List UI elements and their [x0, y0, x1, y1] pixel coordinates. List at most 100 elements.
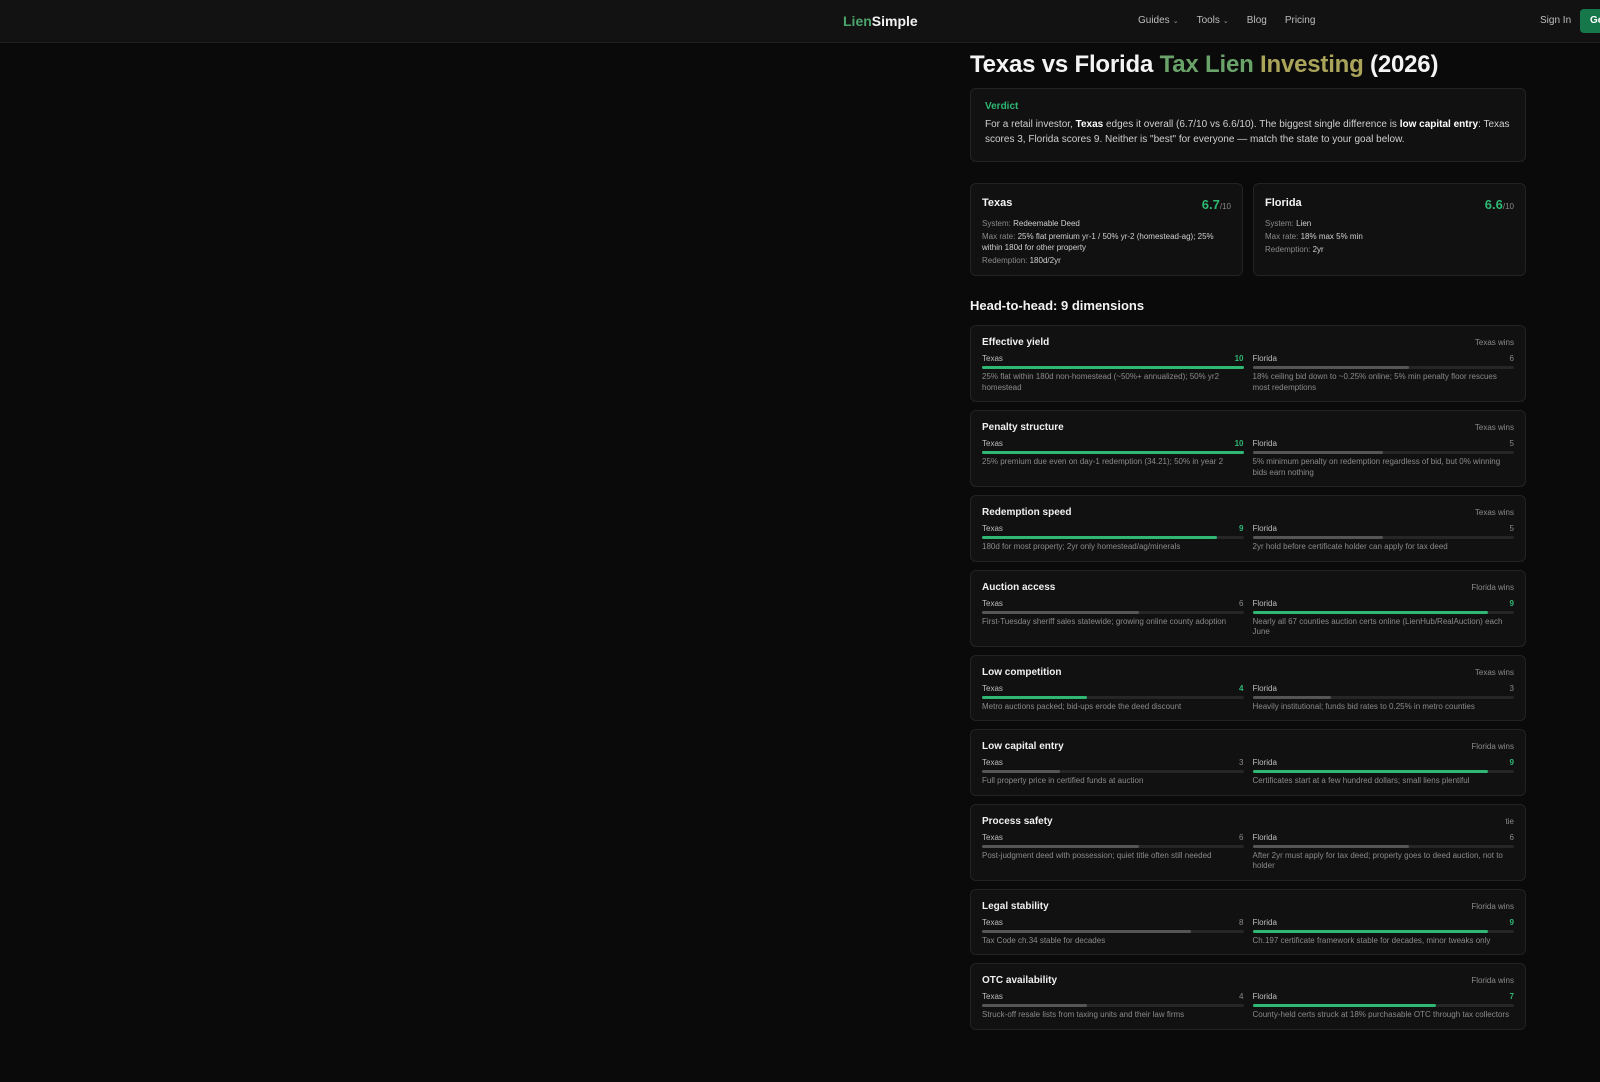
state-label: Florida: [1252, 758, 1277, 767]
score-bar-fill: [1252, 366, 1410, 369]
score-note: 5% minimum penalty on redemption regardl…: [1252, 457, 1501, 477]
dimension-florida-column: Florida 9 Certificates start at a few hund…: [1252, 758, 1514, 787]
score-value: 9: [1509, 758, 1514, 767]
state-redemption: Redemption: 180d/2yr: [982, 255, 1231, 266]
score-bar-fill: [1252, 929, 1488, 933]
dimension-card: Legal stability Florida wins Texas 8 Tax Cod…: [970, 888, 1526, 955]
dimension-texas-column: Texas 9 180d for most property; 2yr only h…: [982, 524, 1244, 553]
score-note: Heavily institutional; funds bid rates t…: [1252, 701, 1475, 711]
state-label: Texas: [982, 354, 1003, 363]
verdict-text: For a retail investor, Texas edges it ov…: [985, 117, 1511, 147]
dimension-winner: Florida wins: [1471, 901, 1514, 911]
dimension-card: Penalty structure Texas wins Texas 10 25% pr…: [970, 410, 1526, 487]
score-value: 9: [1509, 598, 1514, 608]
row-value: Redeemable Deed: [1013, 219, 1080, 228]
row-value: 180d/2yr: [1029, 256, 1061, 265]
dimension-texas-column: Texas 6 Post-judgment deed with possession…: [982, 833, 1244, 872]
state-system: System: Redeemable Deed: [982, 218, 1231, 229]
dimension-card: OTC availability Florida wins Texas 4 Struck…: [970, 963, 1526, 1030]
score-header: Texas 10: [982, 354, 1244, 363]
score-bar-track: [982, 929, 1244, 933]
score-bar-fill: [982, 451, 1244, 454]
state-max-rate: Max rate: 25% flat premium yr-1 / 50% yr…: [982, 231, 1231, 253]
verdict-text-part: For a retail investor,: [985, 119, 1076, 130]
dimension-winner: Florida wins: [1471, 976, 1514, 985]
dimension-texas-column: Texas 8 Tax Code ch.34 stable for decades: [982, 918, 1244, 947]
verdict-bold-texas: Texas: [1075, 119, 1104, 130]
score-bar-track: [982, 536, 1244, 539]
state-label: Florida: [1252, 439, 1277, 448]
dimension-florida-column: Florida 3 Heavily institutional; funds bid…: [1252, 684, 1514, 713]
dimension-columns: Texas 3 Full property price in certified f…: [982, 758, 1514, 787]
dimension-columns: Texas 10 25% premium due even on day-1 red…: [982, 439, 1514, 478]
dimension-winner: Texas wins: [1474, 423, 1514, 432]
dimension-columns: Texas 9 180d for most property; 2yr only h…: [982, 524, 1514, 553]
score-value: 6: [1509, 832, 1514, 842]
row-label: Redemption:: [1265, 245, 1313, 254]
nav-pricing[interactable]: Pricing: [1285, 15, 1316, 26]
row-label: Redemption:: [982, 256, 1030, 265]
state-label: Texas: [982, 683, 1003, 693]
dimension-name: Penalty structure: [982, 422, 1064, 433]
site-logo[interactable]: LienSimple: [843, 13, 918, 29]
dimension-name: Low capital entry: [982, 741, 1064, 752]
score-header: Florida 9: [1253, 918, 1515, 927]
state-label: Texas: [982, 524, 1003, 533]
score-note: Struck-off resale lists from taxing unit…: [982, 1010, 1185, 1019]
nav-tools[interactable]: Tools ⌄: [1197, 15, 1229, 26]
score-bar-fill: [1252, 695, 1331, 699]
state-label: Florida: [1252, 832, 1277, 842]
dimension-columns: Texas 4 Metro auctions packed; bid-ups ero…: [982, 684, 1514, 713]
get-started-button[interactable]: Ge: [1580, 9, 1600, 33]
dimension-texas-column: Texas 3 Full property price in certified f…: [982, 758, 1244, 787]
nav-blog[interactable]: Blog: [1247, 15, 1267, 26]
score-bar-track: [1252, 929, 1514, 933]
score-bar-fill: [982, 770, 1061, 773]
logo-part-lien: Lien: [843, 13, 872, 29]
score-note: 18% ceiling bid down to ~0.25% online; 5…: [1252, 372, 1497, 392]
score-bar-fill: [982, 695, 1087, 699]
dimension-card: Low capital entry Florida wins Texas 3 Full …: [970, 729, 1526, 796]
score-bar-track: [982, 451, 1244, 454]
chevron-down-icon: ⌄: [1172, 17, 1179, 25]
state-label: Texas: [982, 832, 1003, 842]
state-score-max: /10: [1219, 202, 1231, 211]
dimension-card: Effective yield Texas wins Texas 10 25% flat…: [970, 325, 1526, 402]
sign-in-link[interactable]: Sign In: [1540, 15, 1571, 26]
score-header: Texas 10: [982, 439, 1244, 448]
state-summary-cards: Texas 6.7/10 System: Redeemable Deed Max…: [970, 183, 1526, 276]
dimension-name: Legal stability: [982, 900, 1049, 912]
dimension-florida-column: Florida 6 After 2yr must apply for tax dee…: [1252, 832, 1514, 872]
score-note: Full property price in certified funds a…: [982, 776, 1144, 785]
row-value: 2yr: [1312, 245, 1324, 254]
title-year: (2026): [1363, 51, 1439, 78]
score-value: 8: [1239, 917, 1244, 927]
nav-guides[interactable]: Guides ⌄: [1138, 15, 1179, 26]
row-label: Max rate:: [982, 232, 1018, 241]
score-value: 6: [1509, 354, 1514, 363]
score-value: 4: [1239, 992, 1244, 1001]
score-value: 4: [1239, 683, 1244, 693]
state-label: Florida: [1252, 354, 1277, 363]
score-bar-fill: [1252, 770, 1488, 773]
score-value: 9: [1239, 524, 1244, 533]
row-label: System:: [982, 219, 1014, 228]
score-value: 10: [1234, 354, 1244, 363]
dimension-winner: tie: [1505, 816, 1514, 826]
score-note: Certificates start at a few hundred doll…: [1252, 776, 1470, 785]
nav-guides-label: Guides: [1138, 15, 1170, 26]
score-bar-fill: [1252, 536, 1384, 539]
score-header: Texas 6: [982, 599, 1244, 608]
state-label: Florida: [1252, 524, 1277, 533]
row-label: Max rate:: [1265, 232, 1301, 241]
score-bar-track: [1252, 770, 1514, 773]
score-bar-fill: [982, 536, 1218, 539]
verdict-bold-capital: low capital entry: [1399, 119, 1479, 130]
score-note: First-Tuesday sheriff sales statewide; g…: [982, 616, 1227, 626]
score-header: Texas 4: [982, 684, 1244, 693]
state-name: Florida: [1265, 197, 1302, 209]
title-highlight-2: Investing: [1260, 51, 1364, 78]
row-label: System:: [1265, 219, 1297, 228]
dimension-texas-column: Texas 10 25% premium due even on day-1 red…: [982, 439, 1244, 478]
score-note: After 2yr must apply for tax deed; prope…: [1252, 850, 1503, 871]
